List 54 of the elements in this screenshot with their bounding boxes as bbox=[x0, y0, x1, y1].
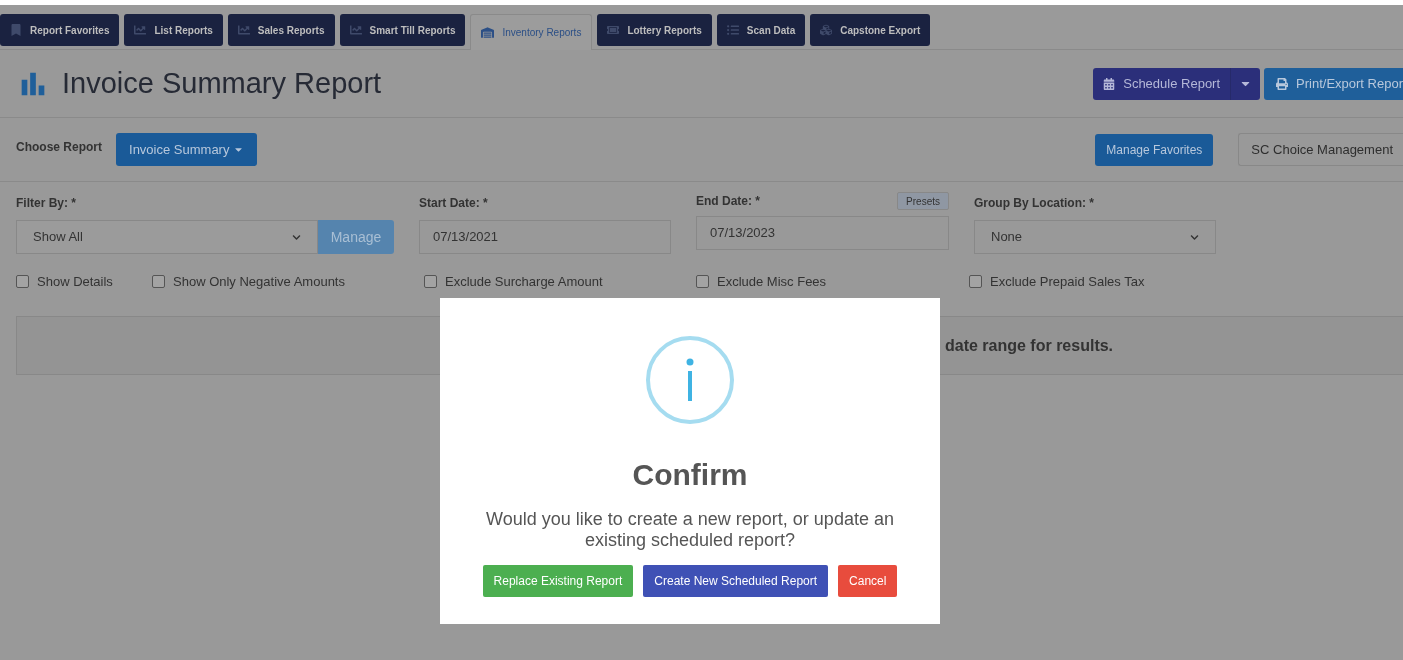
schedule-report-button[interactable]: Schedule Report bbox=[1093, 67, 1261, 100]
choose-report-label: Choose Report bbox=[16, 138, 102, 156]
manage-favorites-button[interactable]: Manage Favorites bbox=[1095, 133, 1214, 166]
dialog-button[interactable]: Replace Existing Report bbox=[482, 565, 634, 597]
field-label: End Date: * bbox=[696, 193, 760, 210]
checkbox[interactable] bbox=[152, 275, 165, 289]
group-by-select[interactable]: None bbox=[974, 220, 1216, 254]
field-label: Group By Location: * bbox=[974, 195, 1095, 212]
checkbox-label: Exclude Prepaid Sales Tax bbox=[990, 273, 1145, 291]
checkbox-label: Show Only Negative Amounts bbox=[173, 273, 345, 291]
report-tab[interactable]: Report Favorites bbox=[0, 14, 120, 46]
line-chart-icon bbox=[134, 24, 147, 36]
report-tab[interactable]: Capstone Export bbox=[810, 14, 931, 46]
chevron-icon bbox=[1190, 232, 1199, 242]
report-tab[interactable]: Inventory Reports bbox=[470, 14, 593, 50]
info-icon bbox=[646, 336, 734, 424]
ticket-icon bbox=[607, 24, 620, 36]
print-export-button[interactable]: Print/Export Repor bbox=[1264, 67, 1403, 100]
filter-select[interactable]: Show All bbox=[16, 220, 318, 254]
report-tab[interactable]: Scan Data bbox=[716, 14, 806, 46]
notice-text: date range for results. bbox=[945, 335, 1114, 356]
report-dropdown-button[interactable]: Invoice Summary bbox=[116, 133, 258, 166]
calendar-icon bbox=[1103, 77, 1116, 90]
checkbox[interactable] bbox=[969, 275, 982, 289]
report-tab[interactable]: Sales Reports bbox=[227, 14, 335, 46]
line-chart-icon bbox=[349, 24, 362, 36]
button-label: Schedule Report bbox=[1123, 74, 1221, 93]
line-chart-icon bbox=[237, 24, 250, 36]
dialog-message: Would you like to create a new report, or update an existing scheduled report? bbox=[485, 509, 895, 551]
presets-button[interactable]: Presets bbox=[897, 192, 949, 210]
location-button[interactable]: SC Choice Management bbox=[1238, 133, 1403, 166]
bookmark-icon bbox=[10, 24, 22, 36]
report-tab[interactable]: Smart Till Reports bbox=[339, 14, 466, 46]
report-tab[interactable]: List Reports bbox=[124, 14, 223, 46]
warehouse-icon bbox=[481, 26, 495, 39]
dialog-button[interactable]: Cancel bbox=[838, 565, 898, 597]
chevron-icon bbox=[292, 232, 301, 242]
page-title: Invoice Summary Report bbox=[62, 65, 382, 101]
start-date-field[interactable]: 07/13/2021 bbox=[419, 220, 671, 254]
checkbox[interactable] bbox=[424, 275, 437, 289]
list-icon bbox=[726, 24, 739, 36]
printer-icon bbox=[1276, 77, 1289, 90]
cubes-icon bbox=[820, 24, 833, 36]
field-label: Start Date: * bbox=[419, 195, 489, 212]
dialog-title: Confirm bbox=[632, 457, 748, 493]
checkbox-label: Exclude Surcharge Amount bbox=[445, 273, 603, 291]
checkbox[interactable] bbox=[16, 275, 29, 289]
checkbox[interactable] bbox=[696, 275, 709, 289]
end-date-field[interactable]: 07/13/2023 bbox=[696, 216, 949, 250]
report-tab[interactable]: Lottery Reports bbox=[597, 14, 712, 46]
checkbox-label: Exclude Misc Fees bbox=[717, 273, 827, 291]
dialog-button[interactable]: Create New Scheduled Report bbox=[643, 565, 829, 597]
field-label: Filter By: * bbox=[16, 195, 77, 212]
checkbox-label: Show Details bbox=[37, 273, 113, 291]
